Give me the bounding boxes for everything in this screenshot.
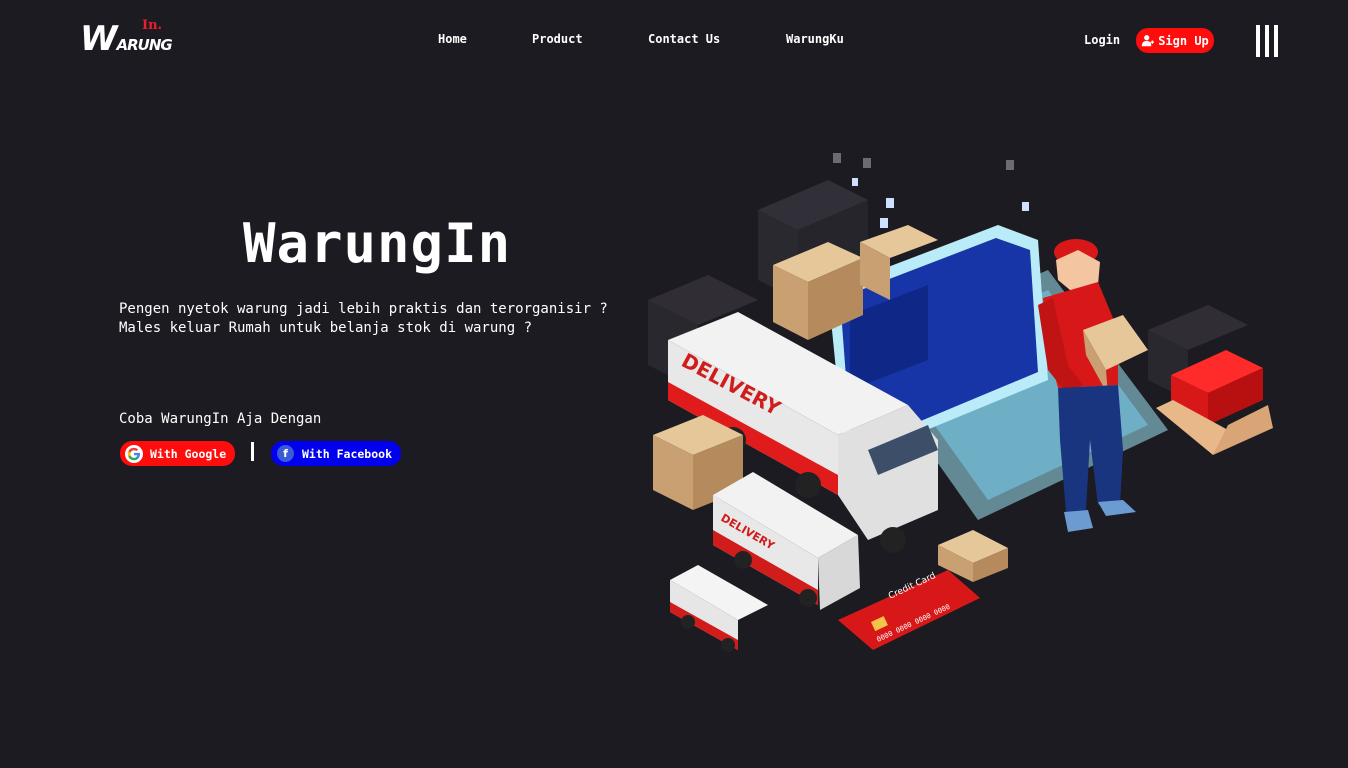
login-link[interactable]: Login [1084,33,1120,47]
hero-title: WarungIn [243,212,512,275]
cta-text: Coba WarungIn Aja Dengan [119,411,322,427]
google-login-button[interactable]: With Google [120,441,235,466]
delivery-illustration: DELIVERY DELIVERY Credit Card 0000 0000 … [648,153,1273,652]
signup-button[interactable]: Sign Up [1136,28,1214,53]
facebook-icon: f [277,445,294,462]
signup-label: Sign Up [1158,33,1209,48]
nav-product[interactable]: Product [532,32,583,46]
button-divider [251,442,254,461]
logo-superscript: In. [142,18,163,33]
google-icon [125,444,143,463]
small-van [670,565,768,652]
hero-description: Pengen nyetok warung jadi lebih praktis … [119,300,608,338]
facebook-button-label: With Facebook [302,446,393,461]
nav-warungku[interactable]: WarungKu [786,32,844,46]
hero-desc-line-2: Males keluar Rumah untuk belanja stok di… [119,320,533,336]
warungin-logo[interactable]: WARUNG In. [80,14,173,58]
nav-home[interactable]: Home [438,32,467,46]
nav-contact-us[interactable]: Contact Us [648,32,720,46]
google-button-label: With Google [150,446,227,461]
hero-desc-line-1: Pengen nyetok warung jadi lebih praktis … [119,301,608,317]
menu-icon[interactable] [1256,25,1278,57]
user-icon [1142,35,1155,47]
facebook-login-button[interactable]: f With Facebook [271,441,401,466]
navbar: WARUNG In. Home Product Contact Us Warun… [0,0,1348,80]
